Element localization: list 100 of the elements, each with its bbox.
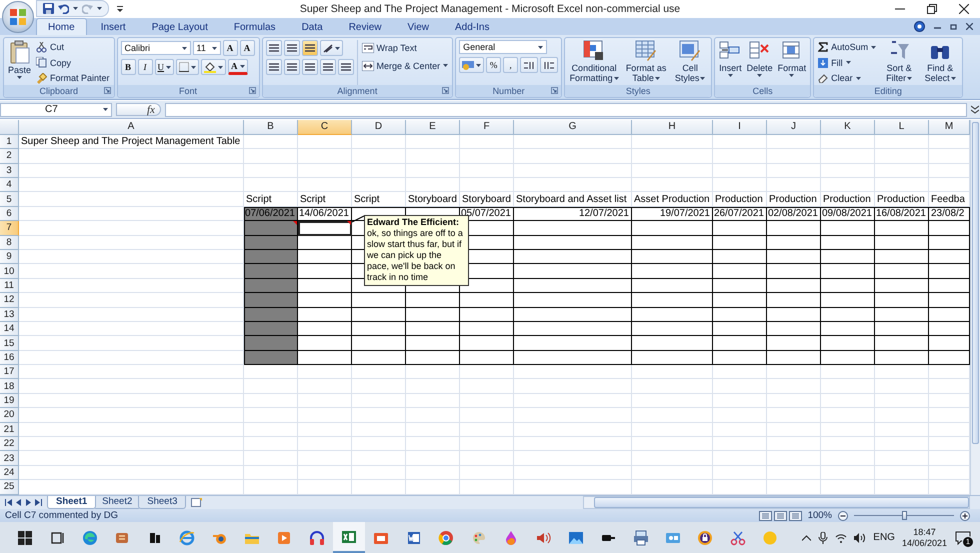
ribbon-button[interactable]: Format [776,40,808,78]
ribbon-button[interactable]: Cell Styles [672,40,708,84]
table-cell[interactable] [632,293,713,308]
table-cell[interactable] [875,293,929,308]
table-cell[interactable] [713,264,767,279]
table-cell[interactable] [244,293,298,308]
restore-icon[interactable] [927,4,937,14]
table-cell[interactable]: Production [713,192,767,207]
table-cell[interactable]: 14/06/2021 [298,206,352,222]
row-header[interactable]: 15 [0,336,19,351]
dialog-launcher-icon[interactable] [248,87,256,94]
table-cell[interactable] [298,264,352,279]
restore-icon[interactable] [950,22,957,30]
insert-function-button[interactable]: fx [116,103,161,116]
table-cell[interactable] [514,221,632,236]
column-header[interactable]: M [929,120,970,135]
table-cell[interactable] [244,308,298,322]
align-center-button[interactable] [284,59,300,76]
circle-icon[interactable] [762,530,778,546]
column-header[interactable]: E [406,120,460,135]
table-cell[interactable] [821,350,875,366]
table-cell[interactable] [821,250,875,264]
table-cell[interactable] [514,336,632,351]
save-icon[interactable] [43,3,54,14]
row-header[interactable]: 7 [0,221,19,236]
table-cell[interactable] [298,250,352,264]
table-cell[interactable] [460,350,514,366]
fill-color-button[interactable] [201,59,226,76]
table-cell[interactable]: 26/07/2021 [713,206,767,222]
close-icon[interactable] [959,4,969,14]
table-cell[interactable] [713,221,767,236]
horizontal-scrollbar[interactable] [583,496,970,509]
number-format-field[interactable]: General [459,40,548,54]
ribbon-tab[interactable]: Review [336,18,394,36]
table-cell[interactable]: Super Sheep and The Project Management Table [19,134,244,150]
sort-filter-button[interactable]: Sort & Filter [880,40,918,86]
column-header[interactable]: H [632,120,713,135]
table-cell[interactable] [352,322,406,336]
decrease-indent-button[interactable] [320,59,336,76]
table-cell[interactable] [767,221,821,236]
table-cell[interactable] [298,236,352,250]
table-cell[interactable] [298,336,352,351]
clipboard-button[interactable]: Copy [35,56,111,70]
sheet-tab[interactable]: Sheet3 [138,496,186,509]
find-select-button[interactable]: Find & Select [921,40,960,86]
editing-button[interactable]: AutoSum [817,40,878,55]
printer-icon[interactable] [632,530,649,546]
row-header[interactable]: 5 [0,192,19,207]
table-cell[interactable]: Production [875,192,929,207]
clipboard-button[interactable]: Format Painter [35,70,111,86]
row-header[interactable]: 3 [0,164,19,178]
ribbon-tab[interactable]: Home [36,18,87,36]
table-cell[interactable] [514,322,632,336]
column-header[interactable]: G [514,120,632,135]
row-header[interactable]: 9 [0,250,19,264]
ribbon-button[interactable]: Insert [718,40,743,78]
vertical-scrollbar[interactable] [970,120,980,495]
table-cell[interactable] [632,236,713,250]
table-cell[interactable] [460,336,514,351]
scissors-icon[interactable] [730,530,746,546]
table-cell[interactable]: Production [767,192,821,207]
row-header[interactable]: 25 [0,480,19,495]
table-cell[interactable] [713,336,767,351]
table-cell[interactable] [821,278,875,294]
table-cell[interactable] [298,293,352,308]
row-header[interactable]: 17 [0,365,19,380]
column-header[interactable]: F [460,120,514,135]
table-cell[interactable] [244,221,298,236]
redo-icon[interactable] [82,3,93,14]
last-sheet-icon[interactable] [35,498,42,506]
browser-icon[interactable] [438,530,454,546]
table-cell[interactable] [244,336,298,351]
table-cell[interactable]: 07/06/2021 [244,206,298,222]
table-cell[interactable] [713,350,767,366]
table-cell[interactable]: Production [821,192,875,207]
page-layout-view-icon[interactable] [774,510,787,521]
column-header[interactable]: A [19,120,244,135]
align-middle-button[interactable] [284,40,300,56]
table-cell[interactable] [767,322,821,336]
normal-view-icon[interactable] [758,510,772,521]
zoom-in-icon[interactable] [960,510,970,521]
table-cell[interactable] [244,250,298,264]
row-header[interactable]: 18 [0,379,19,394]
ribbon-tab[interactable]: Data [290,18,335,36]
table-cell[interactable] [767,293,821,308]
row-header[interactable]: 13 [0,308,19,322]
row-header[interactable]: 19 [0,394,19,408]
table-cell[interactable] [632,322,713,336]
table-cell[interactable] [632,336,713,351]
table-cell[interactable] [821,308,875,322]
table-cell[interactable]: 09/08/2021 [821,206,875,222]
table-cell[interactable] [875,221,929,236]
spreadsheet-icon[interactable] [341,528,358,545]
borders-button[interactable] [176,59,200,76]
table-cell[interactable]: Storyboard [406,192,460,207]
table-cell[interactable] [514,350,632,366]
sheet-tab[interactable]: Sheet1 [47,496,96,509]
grow-font-button[interactable]: A [222,40,238,56]
row-header[interactable]: 21 [0,422,19,438]
table-cell[interactable] [767,264,821,279]
